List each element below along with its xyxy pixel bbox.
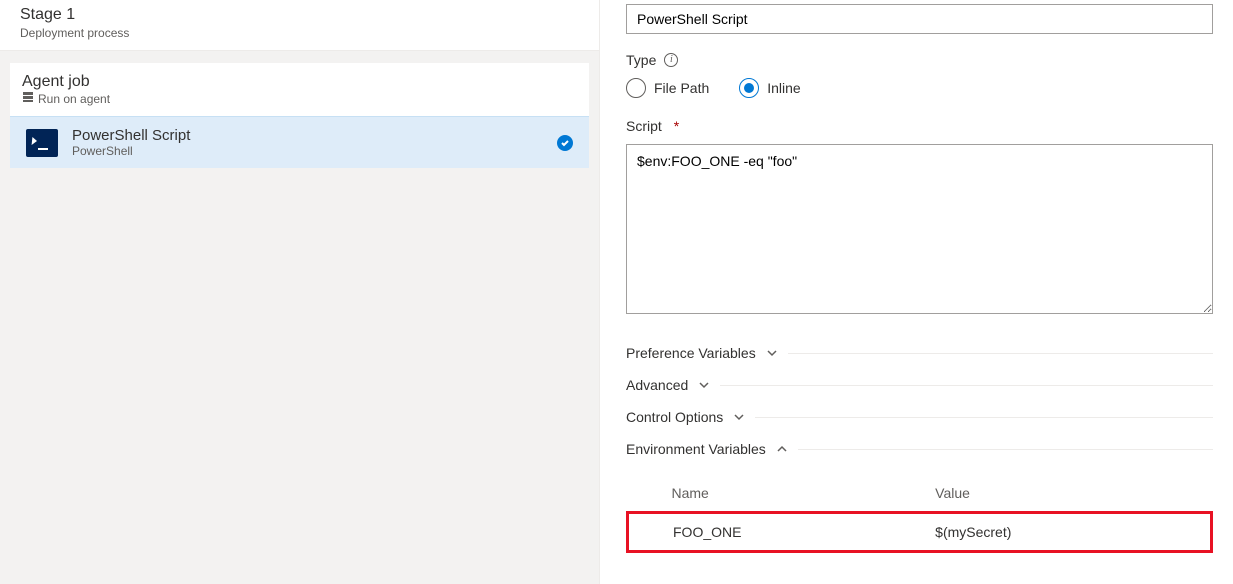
section-label: Preference Variables (626, 345, 756, 361)
radio-inline[interactable]: Inline (739, 78, 800, 98)
chevron-down-icon (733, 411, 745, 423)
powershell-icon (26, 129, 58, 157)
agent-job-subtitle: Run on agent (38, 92, 110, 106)
chevron-down-icon (698, 379, 710, 391)
radio-circle-icon (626, 78, 646, 98)
display-name-input[interactable] (626, 4, 1213, 34)
required-asterisk: * (674, 118, 679, 134)
task-subtitle: PowerShell (72, 144, 543, 158)
divider (720, 385, 1213, 386)
agent-job-title: Agent job (22, 73, 110, 91)
right-panel: Type i File Path Inline Script * $env:FOO… (600, 0, 1233, 584)
divider (798, 449, 1213, 450)
info-icon[interactable]: i (664, 53, 678, 67)
agent-job-row[interactable]: Agent job Run on agent (10, 63, 589, 116)
type-label-row: Type i (626, 52, 1213, 68)
divider (755, 417, 1213, 418)
left-panel: Stage 1 Deployment process Agent job Run… (0, 0, 600, 584)
section-control-options[interactable]: Control Options (626, 401, 1213, 433)
radio-circle-icon (739, 78, 759, 98)
section-advanced[interactable]: Advanced (626, 369, 1213, 401)
script-textarea[interactable]: $env:FOO_ONE -eq "foo" (626, 144, 1213, 314)
stage-subtitle: Deployment process (20, 26, 579, 40)
script-label-row: Script * (626, 118, 1213, 134)
stage-title: Stage 1 (20, 6, 579, 24)
section-preference-variables[interactable]: Preference Variables (626, 337, 1213, 369)
env-variables-table: Name Value FOO_ONE $(mySecret) (626, 475, 1213, 553)
task-title: PowerShell Script (72, 127, 543, 144)
section-environment-variables[interactable]: Environment Variables (626, 433, 1213, 465)
radio-inline-label: Inline (767, 80, 800, 96)
env-row-highlighted[interactable]: FOO_ONE $(mySecret) (628, 513, 1212, 552)
section-label: Control Options (626, 409, 723, 425)
divider (788, 353, 1213, 354)
stage-header[interactable]: Stage 1 Deployment process (0, 0, 599, 51)
check-icon (557, 135, 573, 151)
chevron-up-icon (776, 443, 788, 455)
env-cell-name: FOO_ONE (628, 513, 928, 552)
radio-file-path[interactable]: File Path (626, 78, 709, 98)
script-label: Script (626, 118, 662, 134)
section-label: Environment Variables (626, 441, 766, 457)
section-label: Advanced (626, 377, 688, 393)
type-label: Type (626, 52, 656, 68)
env-col-value: Value (927, 475, 1211, 513)
env-col-name: Name (628, 475, 928, 513)
type-radio-group: File Path Inline (626, 78, 1213, 98)
chevron-down-icon (766, 347, 778, 359)
task-item-powershell[interactable]: PowerShell Script PowerShell (10, 116, 589, 168)
server-icon (22, 91, 34, 106)
env-cell-value: $(mySecret) (927, 513, 1211, 552)
radio-file-path-label: File Path (654, 80, 709, 96)
